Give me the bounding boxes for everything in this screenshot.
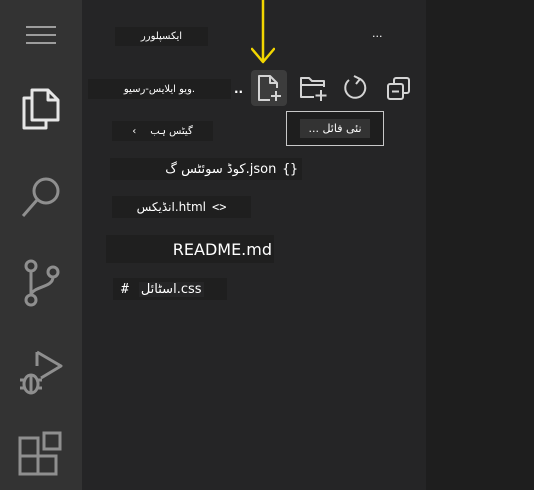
file-label: README.md (172, 239, 272, 259)
hamburger-menu-icon (26, 26, 56, 44)
file-row-style-css[interactable]: # اسٹائل.css (113, 278, 227, 300)
collapse-all-icon (387, 77, 410, 100)
section-title[interactable]: ویو ایلایس-رسیو. (88, 79, 231, 99)
file-label: کوڈ سوئٹس گ.json (165, 161, 277, 177)
sidebar-title: ایکسپلورر (115, 27, 208, 46)
source-control-button[interactable] (0, 248, 82, 318)
explorer-button[interactable] (0, 73, 82, 145)
run-debug-icon (20, 350, 63, 395)
activity-bar (0, 0, 82, 490)
html-brackets-icon: <> (211, 200, 227, 214)
new-file-button[interactable] (251, 70, 287, 106)
editor-area (426, 0, 534, 490)
extensions-button[interactable] (0, 420, 82, 490)
css-hash-icon: # (121, 281, 129, 297)
file-row-settings-json[interactable]: کوڈ سوئٹس گ.json {} (110, 158, 302, 180)
tooltip-text: ... نئی فائل (300, 119, 370, 138)
chevron-left-icon: ‹ (132, 125, 137, 137)
json-braces-icon: {} (282, 161, 298, 177)
search-icon (21, 177, 60, 217)
menu-button[interactable] (0, 0, 82, 70)
file-row-readme[interactable]: README.md (106, 235, 274, 263)
more-actions-button[interactable]: ... (372, 27, 383, 43)
new-folder-button[interactable] (295, 70, 331, 106)
new-file-icon (258, 75, 281, 101)
file-row-index-html[interactable]: انڈیکس.html <> (112, 196, 251, 218)
annotation-arrow-icon (251, 0, 275, 64)
refresh-button[interactable] (337, 70, 373, 106)
refresh-icon (344, 75, 367, 99)
folder-label: گیٹس ہب (150, 125, 193, 137)
collapse-all-button[interactable] (381, 70, 417, 106)
search-button[interactable] (0, 162, 82, 232)
new-file-tooltip: ... نئی فائل (286, 111, 384, 146)
run-debug-button[interactable] (0, 336, 82, 406)
extensions-icon (18, 431, 62, 476)
section-more-button[interactable]: .. (234, 82, 243, 96)
source-control-icon (24, 259, 60, 307)
files-icon (22, 88, 60, 130)
folder-row[interactable]: ‹ گیٹس ہب (112, 121, 213, 141)
file-label: اسٹائل.css (138, 281, 204, 297)
new-folder-icon (300, 77, 327, 101)
file-label: انڈیکس.html (136, 200, 206, 214)
